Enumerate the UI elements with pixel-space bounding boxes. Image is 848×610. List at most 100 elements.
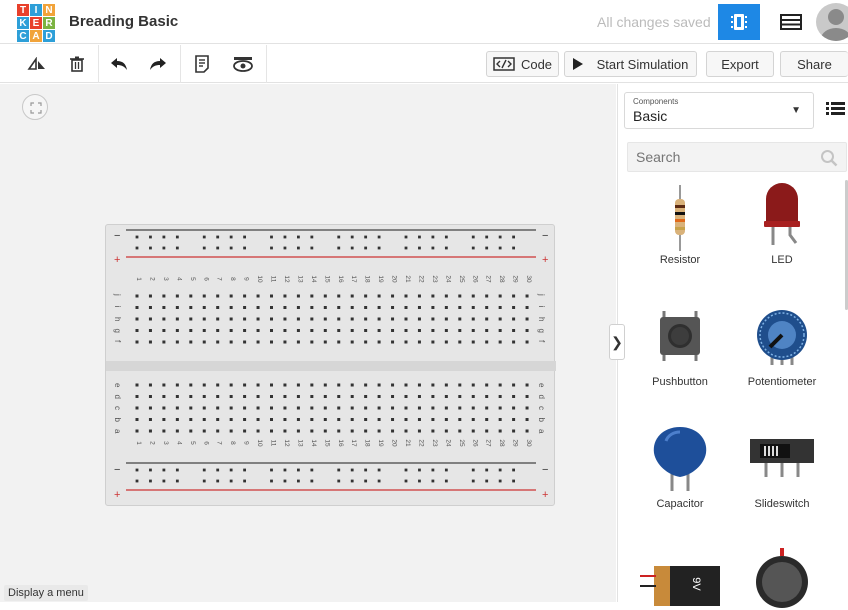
rail-hole	[310, 468, 314, 472]
rail-hole	[283, 246, 287, 250]
caret-down-icon: ▼	[791, 105, 801, 116]
row-label: j	[113, 293, 122, 296]
terminal-hole	[377, 329, 381, 332]
terminal-hole	[162, 395, 166, 398]
column-number: 25	[458, 439, 465, 447]
terminal-hole	[135, 418, 139, 421]
terminal-hole	[243, 429, 247, 433]
terminal-hole	[498, 418, 502, 421]
terminal-hole	[391, 340, 395, 344]
terminal-hole	[525, 429, 529, 433]
column-number: 15	[323, 275, 330, 283]
components-dropdown[interactable]: Components Basic ▼	[624, 92, 814, 129]
component-label: Slideswitch	[754, 498, 810, 510]
column-number: 19	[377, 275, 384, 283]
terminal-hole	[243, 294, 247, 298]
rail-hole	[485, 246, 489, 250]
terminal-hole	[471, 306, 475, 309]
column-number: 26	[471, 439, 478, 447]
list-icon	[826, 102, 845, 115]
terminal-hole	[471, 294, 475, 298]
terminal-hole	[202, 383, 206, 387]
visibility-button[interactable]	[230, 51, 256, 77]
rail-hole	[229, 468, 233, 472]
list-view-toggle[interactable]	[826, 100, 846, 116]
redo-button[interactable]	[145, 51, 171, 77]
rail-hole	[162, 235, 166, 239]
terminal-hole	[296, 340, 300, 344]
breadboard[interactable]: − + − + − + − + j j i i h h g g f f e e d d c c b b a a 1 2 3 4 5 6 7 8 9 10 1…	[105, 224, 556, 506]
project-title[interactable]: Breading Basic	[69, 13, 178, 30]
terminal-hole	[189, 395, 193, 398]
column-number: 6	[202, 441, 209, 445]
component-slideswitch[interactable]: Slideswitch	[732, 427, 832, 537]
column-number: 24	[444, 275, 451, 283]
terminal-hole	[189, 317, 193, 321]
terminal-hole	[175, 406, 179, 410]
rail-hole	[377, 468, 381, 472]
terminal-hole	[310, 395, 314, 398]
terminal-hole	[512, 329, 516, 332]
rail-hole	[350, 468, 354, 472]
start-simulation-button[interactable]: Start Simulation	[564, 51, 697, 77]
component-pushbutton[interactable]: Pushbutton	[630, 305, 730, 415]
component-battery[interactable]: 9V	[630, 540, 730, 606]
component-label: LED	[771, 254, 793, 266]
collapse-panel-button[interactable]: ❯	[609, 324, 625, 360]
rail-hole	[431, 235, 435, 239]
terminal-hole	[431, 329, 435, 332]
export-button[interactable]: Export	[706, 51, 774, 77]
row-label: c	[537, 406, 546, 410]
terminal-hole	[202, 340, 206, 344]
terminal-hole	[135, 429, 139, 433]
terminal-hole	[323, 329, 327, 332]
component-potentiometer[interactable]: Potentiometer	[732, 305, 832, 415]
terminal-hole	[135, 329, 139, 332]
terminal-hole	[296, 294, 300, 298]
terminal-hole	[471, 429, 475, 433]
terminal-hole	[431, 406, 435, 410]
terminal-hole	[148, 306, 152, 309]
component-search[interactable]	[627, 142, 847, 172]
terminal-hole	[162, 383, 166, 387]
terminal-hole	[391, 329, 395, 332]
terminal-hole	[175, 383, 179, 387]
column-number: 9	[243, 441, 250, 445]
terminal-hole	[498, 406, 502, 410]
rail-hole	[485, 235, 489, 239]
share-button[interactable]: Share	[780, 51, 848, 77]
terminal-hole	[364, 294, 368, 298]
zoom-to-fit-button[interactable]	[22, 94, 48, 120]
search-input[interactable]	[628, 143, 818, 171]
edit-toolbar: Code Start Simulation Export Share	[0, 45, 848, 83]
column-number: 10	[256, 439, 263, 447]
rail-hole	[297, 235, 300, 239]
rotate-button[interactable]	[24, 51, 50, 77]
terminal-hole	[498, 340, 502, 344]
component-led[interactable]: LED	[732, 183, 832, 293]
row-label: e	[113, 383, 122, 388]
circuit-view-button[interactable]	[718, 4, 760, 40]
notes-button[interactable]	[189, 51, 215, 77]
tinkercad-logo[interactable]: TIN KER CAD	[17, 4, 55, 42]
column-number: 20	[391, 275, 398, 283]
code-button[interactable]: Code	[486, 51, 559, 77]
component-resistor[interactable]: Resistor	[630, 183, 730, 293]
search-icon[interactable]	[820, 149, 838, 167]
terminal-hole	[404, 406, 408, 410]
terminal-hole	[229, 418, 233, 421]
terminal-hole	[471, 317, 475, 321]
rail-hole	[431, 468, 435, 472]
user-avatar[interactable]	[816, 3, 848, 41]
rail-sign: −	[542, 464, 548, 476]
component-coin-battery[interactable]	[732, 540, 832, 608]
terminal-hole	[323, 294, 327, 298]
schematic-view-button[interactable]	[770, 4, 812, 40]
delete-button[interactable]	[64, 51, 90, 77]
component-capacitor[interactable]: Capacitor	[630, 427, 730, 537]
terminal-hole	[525, 406, 529, 410]
terminal-hole	[243, 317, 247, 321]
undo-button[interactable]	[106, 51, 132, 77]
terminal-hole	[337, 429, 341, 433]
rail-hole	[216, 479, 220, 483]
